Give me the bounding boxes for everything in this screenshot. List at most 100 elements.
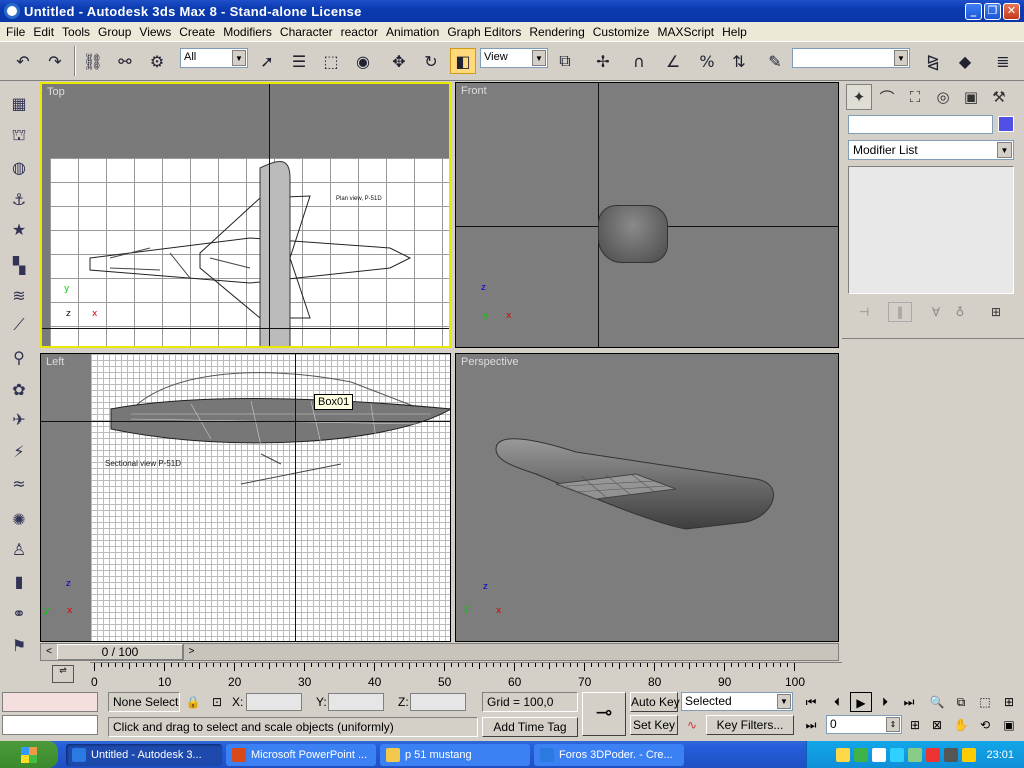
reference-coord-dropdown[interactable]: View ▼	[480, 48, 548, 68]
window-crossing-icon[interactable]: ◉	[350, 48, 376, 74]
menu-maxscript[interactable]: MAXScript	[653, 25, 718, 39]
go-to-end-icon[interactable]: ⏭	[898, 692, 920, 712]
ragdoll-icon[interactable]: ♙	[6, 536, 32, 562]
rope-collection-icon[interactable]: ⚓	[6, 186, 32, 212]
key-mode-dropdown[interactable]: Selected ▼	[681, 692, 793, 711]
select-move-icon[interactable]: ✥	[386, 48, 412, 74]
menu-file[interactable]: File	[2, 25, 29, 39]
make-unique-icon[interactable]: ∀	[924, 302, 948, 322]
default-tangent-icon[interactable]: ∿	[681, 715, 703, 735]
menu-help[interactable]: Help	[718, 25, 751, 39]
select-object-icon[interactable]: ➚	[254, 48, 280, 74]
hierarchy-tab-icon[interactable]: ⛶	[902, 84, 928, 110]
network-icon[interactable]	[854, 747, 869, 762]
motor-icon[interactable]: ⚲	[6, 344, 32, 370]
play-icon[interactable]: ▶	[850, 692, 872, 712]
maxscript-listener-output[interactable]	[2, 715, 98, 735]
maxscript-listener-mini[interactable]	[2, 692, 98, 712]
dashpot-icon[interactable]: ⟋	[6, 312, 32, 338]
field-of-view-icon[interactable]: ⊠	[926, 715, 948, 735]
auto-key-button[interactable]: Auto Key	[630, 692, 680, 712]
arc-rotate-icon[interactable]: ⟲	[974, 715, 996, 735]
menu-reactor[interactable]: reactor	[337, 25, 382, 39]
set-key-button[interactable]: Set Key	[630, 715, 678, 735]
snap-3d-icon[interactable]: ∩	[626, 48, 652, 74]
security-shield-icon[interactable]	[836, 747, 851, 762]
cloth-collection-icon[interactable]: ⛫	[6, 122, 32, 148]
display-settings-icon[interactable]	[944, 747, 959, 762]
close-button[interactable]: ✕	[1003, 2, 1020, 20]
taskbar-item-folder[interactable]: p 51 mustang	[380, 743, 530, 766]
menu-create[interactable]: Create	[175, 25, 219, 39]
object-color-swatch[interactable]	[998, 116, 1014, 132]
zoom-all-icon[interactable]: ⧉	[950, 692, 972, 712]
spinner-snap-icon[interactable]: ⇅	[726, 48, 752, 74]
viewport-label[interactable]: Front	[461, 85, 487, 97]
s3-graphics-icon[interactable]	[962, 747, 977, 762]
named-selection-dropdown[interactable]: ▼	[792, 48, 910, 68]
z-coordinate-input[interactable]	[410, 693, 466, 711]
configure-modifier-sets-icon[interactable]: ⊞	[984, 302, 1008, 322]
unlink-icon[interactable]: ⚯	[112, 48, 138, 74]
box01-front-mesh[interactable]	[598, 205, 668, 263]
prismatic-icon[interactable]: ⚑	[6, 632, 32, 658]
previous-frame-icon[interactable]: <	[41, 644, 57, 660]
motion-tab-icon[interactable]: ◎	[930, 84, 956, 110]
layer-manager-icon[interactable]: ≣	[990, 48, 1016, 74]
plane-icon[interactable]: ▚	[6, 252, 32, 278]
wind-icon[interactable]: ✿	[6, 376, 32, 402]
viewport-label[interactable]: Top	[47, 86, 65, 98]
menu-views[interactable]: Views	[135, 25, 175, 39]
key-mode-toggle-icon[interactable]: ⏭	[800, 715, 822, 735]
go-to-start-icon[interactable]: ⏮	[800, 692, 822, 712]
maximize-viewport-icon[interactable]: ▣	[998, 715, 1020, 735]
antivirus-icon[interactable]	[926, 747, 941, 762]
edit-named-selections-icon[interactable]: ✎	[762, 48, 788, 74]
viewport-label[interactable]: Left	[46, 356, 64, 368]
selection-filter-dropdown[interactable]: All ▼	[180, 48, 248, 68]
time-slider[interactable]: < 0 / 100 >	[40, 643, 839, 661]
menu-customize[interactable]: Customize	[589, 25, 654, 39]
viewport-label[interactable]: Perspective	[461, 356, 518, 368]
pin-stack-icon[interactable]: ⊣	[852, 302, 876, 322]
rigid-body-collection-icon[interactable]: ▦	[6, 90, 32, 116]
taskbar-item-3dsmax[interactable]: Untitled - Autodesk 3...	[66, 743, 222, 766]
display-tab-icon[interactable]: ▣	[958, 84, 984, 110]
menu-group[interactable]: Group	[94, 25, 135, 39]
water-icon[interactable]: ≈	[6, 470, 32, 496]
select-rotate-icon[interactable]: ↻	[418, 48, 444, 74]
restore-button[interactable]: ❐	[984, 2, 1001, 20]
absolute-mode-icon[interactable]: ⊡	[206, 692, 228, 712]
update-icon[interactable]	[872, 747, 887, 762]
fracture-icon[interactable]: ⚡	[6, 438, 32, 464]
trackbar[interactable]: 0 10 20 30 40 50 60 70 80 90 100	[90, 662, 842, 690]
menu-modifiers[interactable]: Modifiers	[219, 25, 276, 39]
create-tab-icon[interactable]: ✦	[846, 84, 872, 110]
constraint-solver-icon[interactable]: ✺	[6, 506, 32, 532]
start-button[interactable]	[0, 741, 58, 768]
soft-body-collection-icon[interactable]: ◍	[6, 154, 32, 180]
rect-selection-icon[interactable]: ⬚	[318, 48, 344, 74]
pivot-center-icon[interactable]: ⧉	[552, 48, 578, 74]
redo-icon[interactable]: ↷	[42, 48, 68, 74]
viewport-left[interactable]: Left Sectional view P-51D Box01 z y x	[40, 353, 451, 642]
show-end-result-icon[interactable]: ‖	[888, 302, 912, 322]
menu-tools[interactable]: Tools	[58, 25, 94, 39]
time-configuration-icon[interactable]: ⊞	[904, 715, 926, 735]
menu-edit[interactable]: Edit	[29, 25, 58, 39]
viewport-top[interactable]: Top Plan view, P-51D y z x	[40, 82, 451, 348]
messenger-icon[interactable]	[890, 747, 905, 762]
key-filters-button[interactable]: Key Filters...	[706, 715, 794, 735]
object-name-input[interactable]	[848, 115, 993, 134]
volume-icon[interactable]	[908, 747, 923, 762]
utilities-tab-icon[interactable]: ⚒	[986, 84, 1012, 110]
menu-rendering[interactable]: Rendering	[525, 25, 588, 39]
menu-graph-editors[interactable]: Graph Editors	[443, 25, 525, 39]
add-time-tag-button[interactable]: Add Time Tag	[482, 717, 578, 737]
zoom-icon[interactable]: 🔍	[926, 692, 948, 712]
taskbar-item-browser[interactable]: Foros 3DPoder. - Cre...	[534, 743, 684, 766]
menu-animation[interactable]: Animation	[382, 25, 443, 39]
align-icon[interactable]: ◆	[952, 48, 978, 74]
modifier-list-dropdown[interactable]: Modifier List ▼	[848, 140, 1014, 160]
modify-tab-icon[interactable]: ⌒	[874, 84, 900, 110]
